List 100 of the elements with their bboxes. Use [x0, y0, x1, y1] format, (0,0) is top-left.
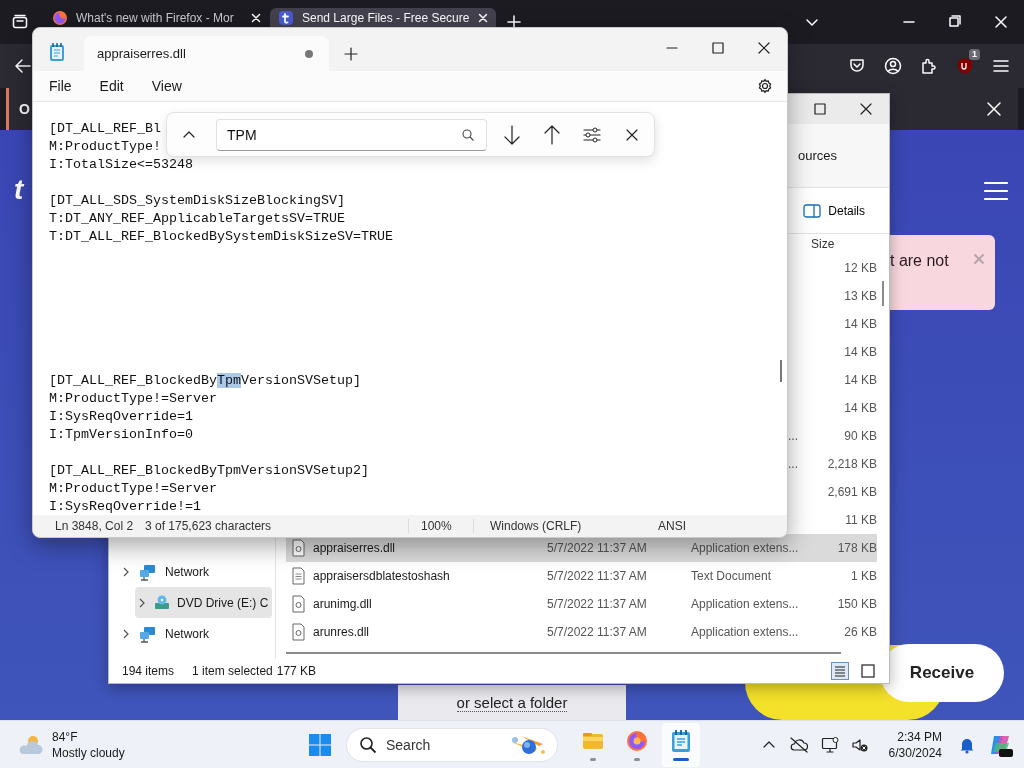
code-text: [DT_ALL_REF_Bl: [49, 121, 161, 136]
code-text: [DT_ALL_SDS_SystemDiskSizeBlockingSV]: [49, 193, 345, 208]
selection-info: 1 item selected: [192, 664, 273, 678]
file-date: 5/7/2022 11:37 AM: [547, 541, 647, 555]
details-pane-icon: [803, 203, 822, 218]
close-icon[interactable]: [250, 11, 262, 24]
shield-icon[interactable]: [956, 57, 974, 75]
file-type: ...: [788, 429, 798, 443]
search-icon[interactable]: [461, 127, 475, 142]
menu-item[interactable]: View: [149, 76, 184, 96]
site-logo[interactable]: t: [14, 174, 24, 206]
file-size: 2,218 KB: [827, 457, 877, 471]
file-size: 2,691 KB: [827, 485, 877, 499]
select-folder-link[interactable]: or select a folder: [456, 693, 568, 712]
search-icon: [359, 735, 377, 754]
account-icon[interactable]: [884, 57, 902, 75]
chevron-right-icon[interactable]: [121, 566, 131, 577]
item-count: 194 items: [122, 664, 175, 678]
file-icon: [290, 623, 307, 641]
details-view-icon[interactable]: [831, 662, 849, 680]
file-date: 5/7/2022 11:37 AM: [547, 597, 647, 611]
browser-tab[interactable]: What's new with Firefox - Mor: [44, 8, 270, 27]
chevron-right-icon[interactable]: [121, 628, 131, 639]
close-icon[interactable]: [477, 11, 490, 24]
file-name: arunimg.dll: [313, 597, 372, 611]
search-match: Tpm: [216, 373, 241, 388]
menu-item[interactable]: Edit: [97, 76, 126, 96]
temperature: 84°F: [52, 729, 79, 744]
document-tab[interactable]: appraiserres.dll: [84, 36, 329, 71]
network-icon: [139, 562, 157, 581]
file-size: 14 KB: [844, 373, 877, 387]
file-type: Application extens...: [691, 597, 799, 611]
scrollbar-thumb[interactable]: [882, 281, 884, 306]
file-size: 178 KB: [837, 541, 877, 555]
weather-condition: Mostly cloudy: [52, 745, 125, 760]
file-row[interactable]: arunimg.dll 5/7/2022 11:37 AM Application extens... 150 KB: [286, 590, 877, 618]
file-size: 14 KB: [844, 345, 877, 359]
tab-list-icon[interactable]: [12, 14, 28, 30]
taskbar-app[interactable]: [662, 722, 700, 767]
notepad-icon: [48, 42, 66, 62]
monitor-icon[interactable]: [820, 735, 839, 754]
file-size: 26 KB: [844, 625, 877, 639]
code-text: [DT_ALL_REF_BlockedByTpmVersionSVSetup2]: [49, 463, 369, 478]
file-icon: [290, 595, 307, 613]
file-size: 13 KB: [844, 289, 877, 303]
cloud-off-icon[interactable]: [788, 736, 809, 753]
running-indicator: [634, 757, 640, 761]
file-name: arunres.dll: [313, 625, 370, 639]
column-header[interactable]: Size: [807, 237, 877, 251]
receive-button[interactable]: Receive: [880, 644, 1004, 702]
file-size: 1 KB: [851, 569, 877, 583]
file-type: Text Document: [691, 569, 772, 583]
count-badge: 1: [969, 49, 980, 60]
file-size: 90 KB: [844, 429, 877, 443]
clock-time[interactable]: 2:34 PM: [897, 729, 942, 744]
file-size: 14 KB: [844, 317, 877, 331]
browser-tab[interactable]: Send Large Files - Free Secure: [270, 8, 496, 27]
settings-icon[interactable]: [757, 78, 773, 94]
code-text: I:SysReqOverride!=1: [49, 499, 201, 514]
start-icon[interactable]: [308, 732, 332, 757]
code-text: M:ProductType!=Server: [49, 481, 217, 496]
breadcrumb-text[interactable]: ources: [797, 148, 837, 163]
file-name: appraisersdblatestoshash: [313, 569, 450, 583]
file-date: 5/7/2022 11:37 AM: [547, 569, 647, 583]
code-text: I:TpmVersionInfo=0: [49, 427, 193, 442]
scrollbar-thumb[interactable]: [780, 360, 782, 382]
nav-item[interactable]: Network: [109, 618, 250, 649]
unsaved-dot: [305, 49, 313, 58]
puzzle-icon[interactable]: [920, 57, 938, 75]
search-field[interactable]: TPM: [216, 118, 487, 151]
scrollbar-thumb[interactable]: [286, 651, 841, 654]
details-button[interactable]: Details: [797, 199, 871, 222]
nav-item[interactable]: DVD Drive (E:) C: [135, 587, 273, 618]
menu-item[interactable]: File: [47, 76, 74, 96]
zoom-level: 100%: [421, 519, 452, 533]
file-size: 14 KB: [844, 401, 877, 415]
file-type: Application extens...: [691, 625, 799, 639]
firefox-icon: [52, 9, 68, 26]
network-icon: [139, 624, 157, 643]
firefox-icon: [625, 728, 649, 753]
code-text: M:ProductType!=Server: [49, 391, 217, 406]
notification-text: O: [19, 101, 30, 117]
file-size: 12 KB: [844, 261, 877, 275]
code-text: I:SysReqOverride=1: [49, 409, 193, 424]
nav-item[interactable]: Network: [109, 556, 250, 587]
file-row[interactable]: appraisersdblatestoshash 5/7/2022 11:37 AM Text Document 1 KB: [286, 562, 877, 590]
chevron-right-icon[interactable]: [137, 597, 147, 608]
pocket-icon[interactable]: [848, 57, 866, 75]
tiles-view-icon[interactable]: [859, 662, 877, 680]
file-type: ...: [788, 457, 798, 471]
menu-icon[interactable]: [992, 57, 1010, 75]
search-field[interactable]: Search: [346, 727, 558, 762]
running-indicator: [673, 757, 689, 761]
clock-date[interactable]: 6/30/2024: [888, 745, 942, 760]
menu-icon[interactable]: [984, 181, 1008, 201]
file-size: 150 KB: [837, 597, 877, 611]
notepad-icon: [669, 728, 693, 753]
file-row[interactable]: arunres.dll 5/7/2022 11:37 AM Application extens... 26 KB: [286, 618, 877, 646]
back-arrow-icon[interactable]: [14, 57, 32, 75]
selection-size: 177 KB: [276, 664, 317, 678]
